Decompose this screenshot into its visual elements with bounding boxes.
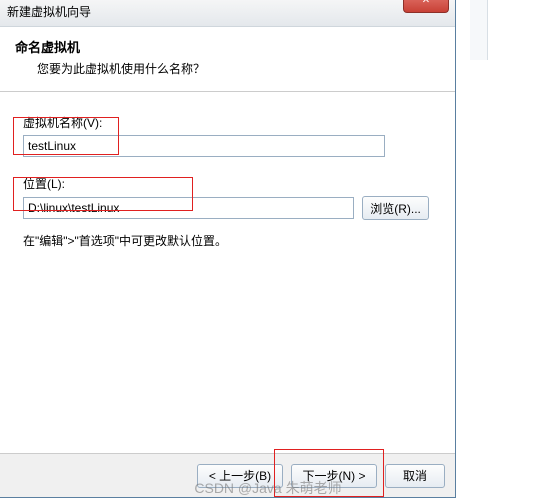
wizard-content: 虚拟机名称(V): 位置(L): 浏览(R)... 在"编辑">"首选项"中可更… (0, 92, 455, 259)
next-button[interactable]: 下一步(N) > (291, 464, 377, 488)
wizard-window: 新建虚拟机向导 ✕ 命名虚拟机 您要为此虚拟机使用什么名称？ 虚拟机名称(V):… (0, 0, 456, 498)
location-label: 位置(L): (23, 175, 429, 192)
title-bar: 新建虚拟机向导 ✕ (0, 0, 455, 27)
back-button[interactable]: < 上一步(B) (197, 464, 283, 488)
header-title: 命名虚拟机 (15, 37, 437, 56)
window-title: 新建虚拟机向导 (7, 5, 91, 19)
background-panel (470, 0, 488, 60)
location-hint: 在"编辑">"首选项"中可更改默认位置。 (23, 232, 429, 249)
location-input[interactable] (23, 197, 354, 219)
browse-button[interactable]: 浏览(R)... (362, 196, 429, 220)
location-row: 浏览(R)... (23, 196, 429, 220)
wizard-footer: < 上一步(B) 下一步(N) > 取消 (0, 453, 455, 497)
vm-name-input[interactable] (23, 135, 385, 157)
header-subtitle: 您要为此虚拟机使用什么名称？ (37, 60, 437, 77)
vm-name-label: 虚拟机名称(V): (23, 114, 429, 131)
cancel-button[interactable]: 取消 (385, 464, 445, 488)
wizard-header: 命名虚拟机 您要为此虚拟机使用什么名称？ (0, 27, 455, 92)
close-button[interactable]: ✕ (403, 0, 449, 13)
